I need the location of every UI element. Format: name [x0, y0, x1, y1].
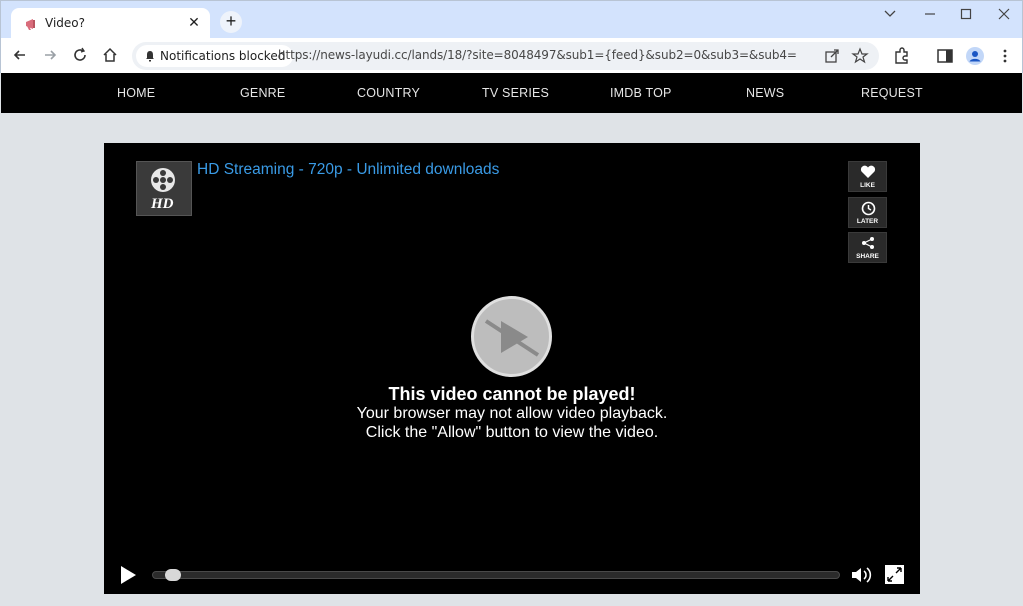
reload-icon[interactable]: [70, 45, 90, 65]
play-disabled-icon: [484, 319, 540, 357]
home-icon[interactable]: [100, 45, 120, 65]
share-label: SHARE: [856, 253, 879, 260]
bookmark-star-icon[interactable]: [851, 47, 869, 65]
tab-title: Video?: [45, 16, 85, 30]
megaphone-icon: [26, 19, 35, 30]
nav-imdb-top[interactable]: IMDB TOP: [610, 86, 672, 100]
like-button[interactable]: LIKE: [848, 161, 887, 192]
nav-country[interactable]: COUNTRY: [357, 86, 420, 100]
profile-avatar-icon[interactable]: [965, 46, 985, 66]
play-icon[interactable]: [118, 564, 138, 586]
error-message-line-1: Your browser may not allow video playbac…: [356, 405, 668, 422]
url-text[interactable]: https://news-layudi.cc/lands/18/?site=80…: [278, 48, 797, 62]
hd-logo: HD: [136, 161, 192, 216]
clock-icon: [861, 201, 876, 216]
video-player[interactable]: HD HD Streaming - 720p - Unlimited downl…: [104, 143, 920, 594]
nav-genre[interactable]: GENRE: [240, 86, 285, 100]
close-window-icon[interactable]: [989, 5, 1019, 23]
notifications-blocked-chip[interactable]: Notifications blocked: [136, 45, 294, 67]
maximize-icon[interactable]: [951, 5, 981, 23]
bell-icon: [146, 51, 154, 62]
back-arrow-icon[interactable]: [10, 45, 30, 65]
heart-icon: [860, 165, 876, 178]
progress-bar[interactable]: [152, 569, 840, 581]
browser-tab[interactable]: Video? ✕: [11, 8, 210, 39]
hd-logo-text: HD: [151, 196, 174, 212]
nav-tv-series[interactable]: TV SERIES: [482, 86, 549, 100]
later-label: LATER: [856, 218, 879, 225]
new-tab-button[interactable]: +: [220, 11, 242, 33]
notifications-chip-label: Notifications blocked: [160, 49, 286, 63]
video-title[interactable]: HD Streaming - 720p - Unlimited download…: [197, 161, 499, 179]
nav-news[interactable]: NEWS: [746, 86, 784, 100]
kebab-menu-icon[interactable]: [995, 46, 1015, 66]
fullscreen-icon[interactable]: [884, 564, 905, 585]
side-panel-icon[interactable]: [935, 46, 955, 66]
error-message-line-2: Click the "Allow" button to view the vid…: [365, 424, 659, 441]
share-nodes-icon: [862, 237, 874, 249]
forward-arrow-icon[interactable]: [40, 45, 60, 65]
nav-home[interactable]: HOME: [117, 86, 155, 100]
minimize-icon[interactable]: [915, 5, 945, 23]
big-play-button[interactable]: [471, 296, 552, 377]
extensions-puzzle-icon[interactable]: [892, 46, 912, 66]
volume-icon[interactable]: [850, 564, 872, 586]
browser-titlebar: Video? ✕ +: [0, 0, 1023, 39]
site-nav-bar: HOME GENRE COUNTRY TV SERIES IMDB TOP NE…: [1, 73, 1022, 113]
like-label: LIKE: [860, 182, 875, 189]
share-button[interactable]: SHARE: [848, 232, 887, 263]
progress-handle[interactable]: [165, 569, 181, 581]
address-bar[interactable]: Notifications blocked https://news-layud…: [132, 42, 879, 70]
share-page-icon[interactable]: [823, 47, 841, 65]
chevron-down-icon[interactable]: [875, 5, 905, 23]
browser-toolbar: Notifications blocked https://news-layud…: [0, 38, 1023, 73]
tab-close-icon[interactable]: ✕: [186, 14, 202, 30]
nav-request[interactable]: REQUEST: [861, 86, 923, 100]
error-message-title: This video cannot be played!: [388, 384, 636, 404]
watch-later-button[interactable]: LATER: [848, 197, 887, 228]
